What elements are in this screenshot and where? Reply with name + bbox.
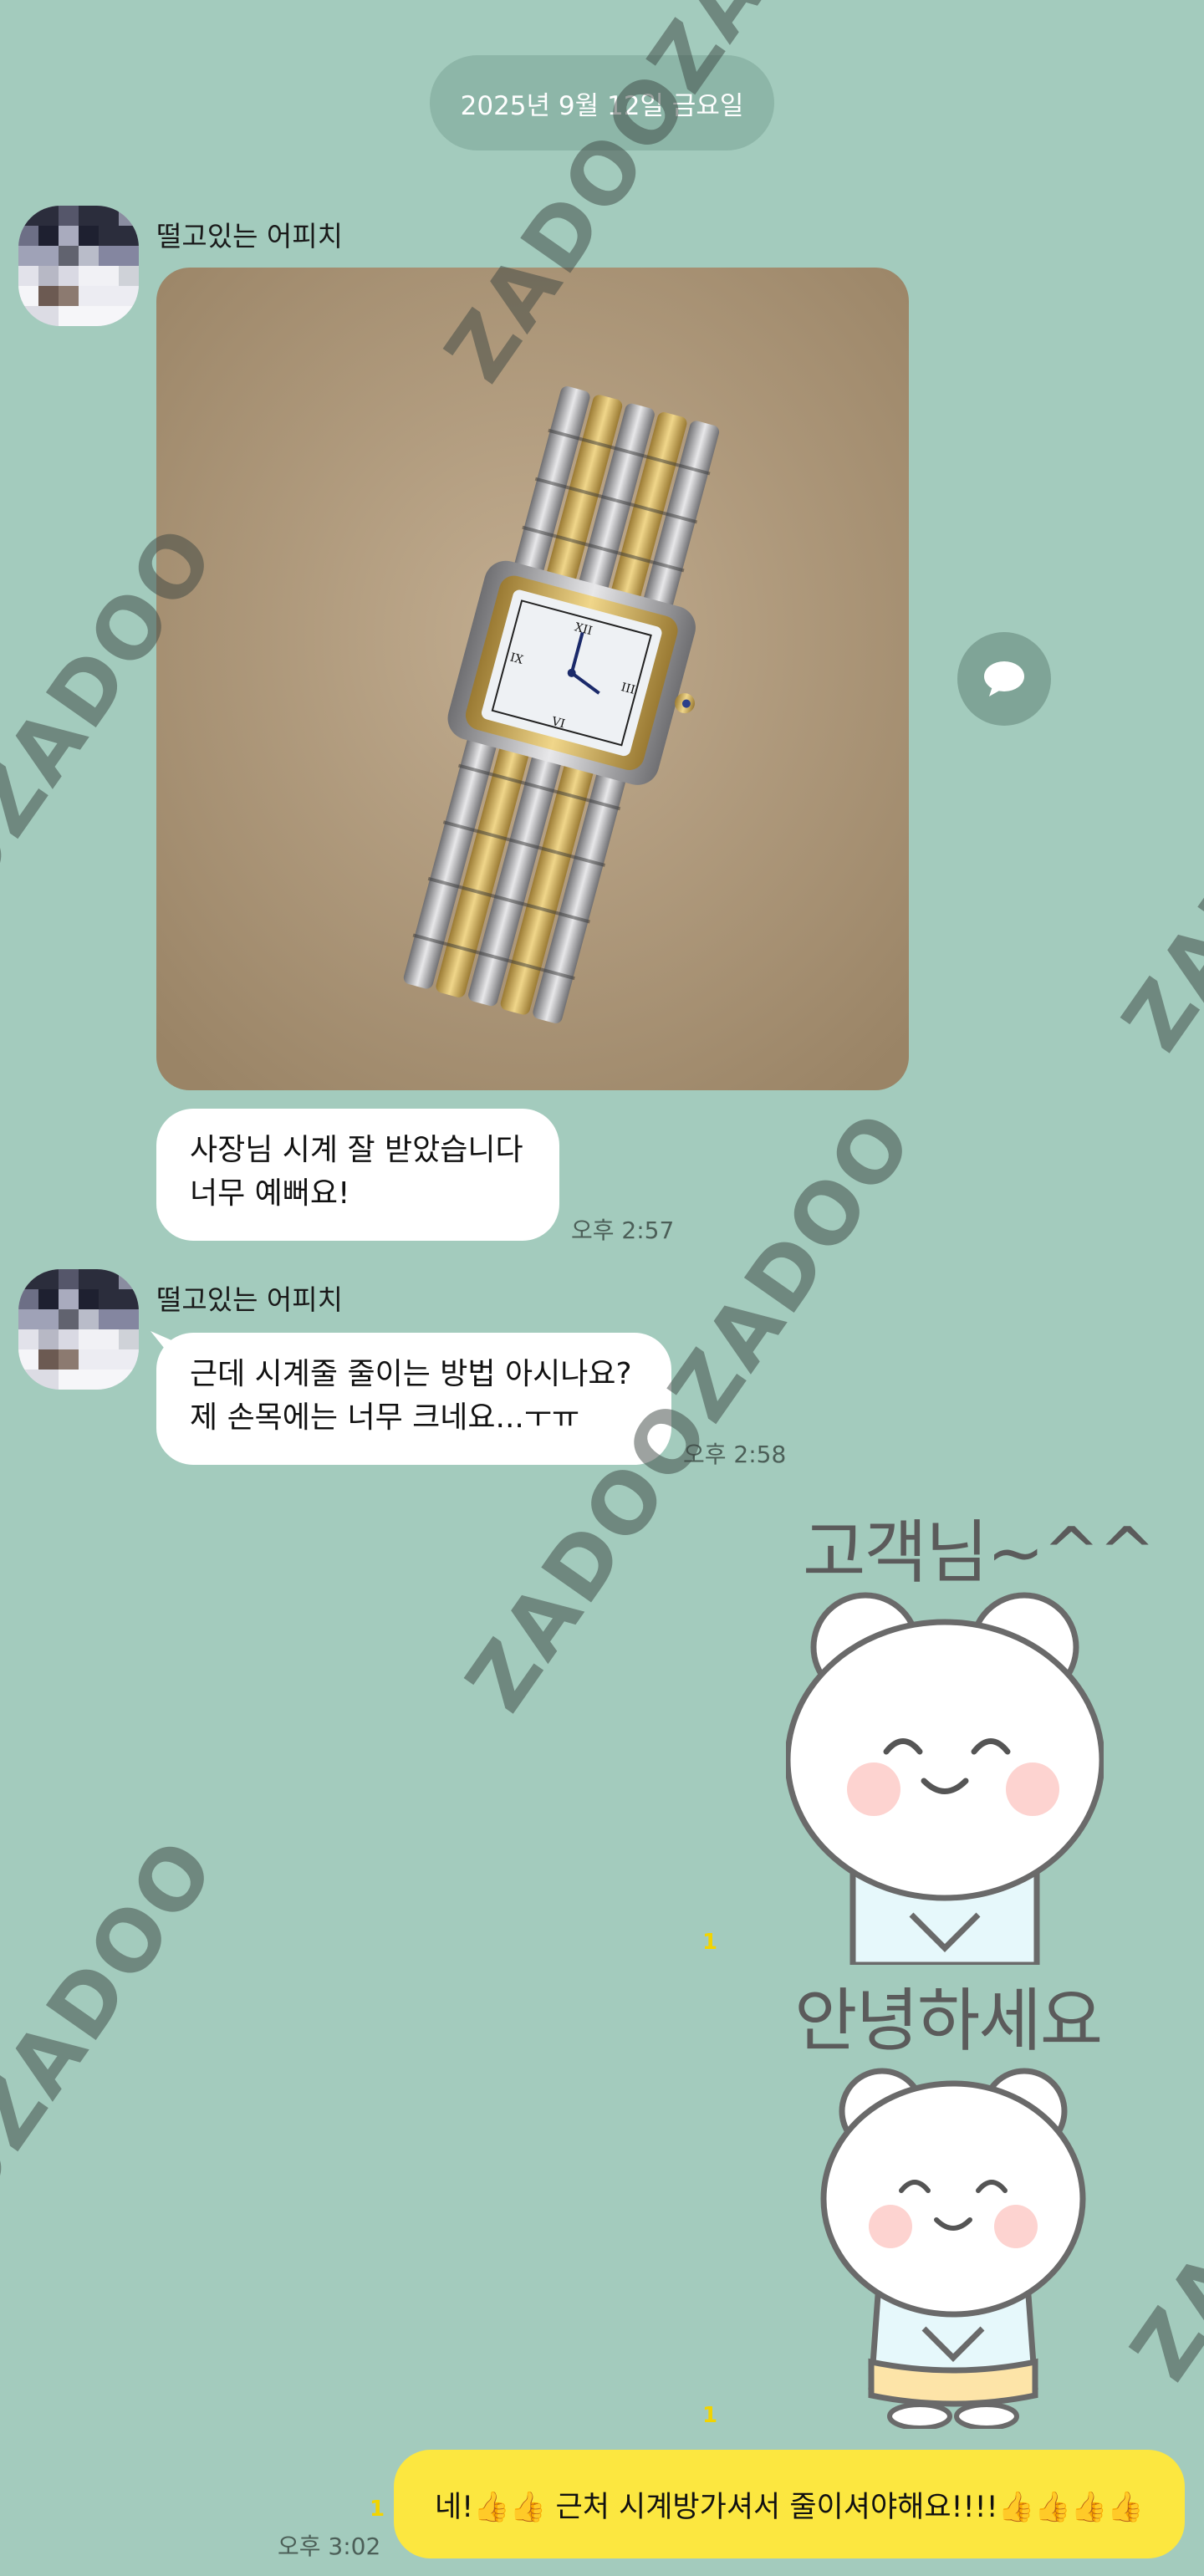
bear-sticker-icon [820,2068,1086,2429]
sticker[interactable]: 고객님~^^ [786,1497,1156,1965]
avatar[interactable] [18,206,139,326]
watermark: ZADOOZADOO [0,1820,236,2456]
message-text: 제 손목에는 너무 크네요...ㅜㅠ [190,1400,580,1435]
watch-photo[interactable]: XII VI IX III [156,268,909,1090]
watermark: ZADOOZADOO [1104,432,1204,1069]
avatar[interactable] [18,1269,139,1390]
watermark: ZADOOZADOO [1112,1762,1204,2398]
message-text: 네!👍👍 근처 시계방가셔서 줄이셔야해요!!!!👍👍👍👍 [434,2490,1144,2524]
bear-sticker-icon [786,1592,1104,1965]
message-text: 사장님 시계 잘 받았습니다 [190,1133,523,1167]
sender-name: 떨고있는 어피치 [156,1283,344,1316]
message-text: 근데 시계줄 줄이는 방법 아시나요? [190,1357,632,1391]
share-button[interactable] [957,632,1051,726]
message-bubble[interactable]: 사장님 시계 잘 받았습니다 너무 예뻐요! [156,1109,559,1241]
unread-count: 1 [370,2497,385,2522]
unread-count: 1 [702,1930,718,1955]
sticker[interactable]: 안녕하세요 [794,1965,1104,2433]
unread-count: 1 [702,2403,718,2428]
my-message-bubble[interactable]: 네!👍👍 근처 시계방가셔서 줄이셔야해요!!!!👍👍👍👍 [394,2450,1185,2558]
chat-bubble-icon [984,661,1024,696]
message-text: 너무 예뻐요! [190,1176,350,1211]
sticker-text: 안녕하세요 [794,1982,1103,2061]
sender-name: 떨고있는 어피치 [156,220,344,252]
message-bubble[interactable]: 근데 시계줄 줄이는 방법 아시나요? 제 손목에는 너무 크네요...ㅜㅠ [156,1333,671,1465]
message-time: 오후 3:02 [278,2533,381,2560]
message-time: 오후 2:57 [571,1217,675,1244]
